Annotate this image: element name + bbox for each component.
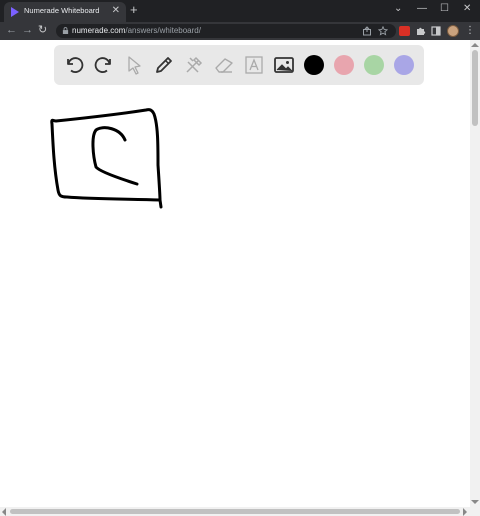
horizontal-scrollbar[interactable] (0, 507, 470, 516)
eraser-button[interactable] (212, 53, 236, 77)
tab-title: Numerade Whiteboard (24, 6, 100, 15)
scroll-down-arrow-icon[interactable] (471, 500, 479, 504)
vertical-scroll-thumb[interactable] (472, 50, 478, 126)
text-tool-button[interactable] (242, 53, 266, 77)
redo-button[interactable] (92, 53, 116, 77)
cursor-arrow-icon (128, 56, 141, 75)
drawn-tail-stroke (158, 198, 163, 209)
tools-button[interactable] (182, 53, 206, 77)
color-swatch-pink[interactable] (334, 55, 354, 75)
text-box-icon (245, 56, 263, 74)
reload-button[interactable]: ↻ (38, 23, 47, 37)
back-button[interactable]: ← (6, 23, 17, 37)
bookmark-star-icon[interactable] (378, 26, 388, 36)
tab-close-icon[interactable]: ✕ (112, 5, 120, 17)
scroll-right-arrow-icon[interactable] (463, 508, 467, 516)
url-host: numerade.com (72, 26, 126, 35)
browser-title-bar: Numerade Whiteboard ✕ + ⌄ — ☐ ✕ (0, 0, 480, 22)
eraser-icon (215, 58, 233, 73)
drawn-square-stroke (50, 108, 162, 202)
tab-search-chevron-icon[interactable]: ⌄ (394, 3, 402, 15)
sidebar-icon[interactable] (431, 26, 441, 36)
drawn-inner-stroke (91, 126, 139, 186)
pencil-icon (156, 57, 172, 73)
color-swatch-black[interactable] (304, 55, 324, 75)
scroll-left-arrow-icon[interactable] (2, 508, 6, 516)
whiteboard-canvas[interactable] (0, 40, 470, 507)
new-tab-button[interactable]: + (130, 3, 138, 17)
undo-button[interactable] (62, 53, 86, 77)
minimize-button[interactable]: — (417, 3, 427, 15)
pen-tool-button[interactable] (152, 53, 176, 77)
redo-icon (94, 57, 111, 73)
browser-toolbar: ← → ↻ numerade.com/answers/whiteboard/ ⋮ (0, 22, 480, 40)
puzzle-extensions-icon[interactable] (416, 26, 426, 36)
address-bar[interactable]: numerade.com/answers/whiteboard/ (56, 24, 396, 38)
lock-icon (62, 27, 69, 34)
color-swatch-purple[interactable] (394, 55, 414, 75)
abp-extension-icon[interactable] (399, 26, 410, 36)
forward-button[interactable]: → (22, 23, 33, 37)
window-close-button[interactable]: ✕ (463, 3, 471, 15)
wrench-hammer-icon (186, 56, 203, 73)
maximize-button[interactable]: ☐ (440, 3, 449, 15)
numerade-favicon-icon (11, 7, 19, 17)
scroll-up-arrow-icon[interactable] (471, 43, 479, 47)
horizontal-scroll-thumb[interactable] (10, 509, 460, 514)
select-tool-button[interactable] (122, 53, 146, 77)
browser-tab-numerade[interactable]: Numerade Whiteboard ✕ (4, 2, 126, 22)
url-path: /answers/whiteboard/ (125, 26, 201, 35)
image-icon (274, 57, 294, 73)
share-icon[interactable] (362, 26, 372, 36)
profile-avatar[interactable] (447, 25, 459, 37)
browser-menu-icon[interactable]: ⋮ (465, 24, 475, 38)
image-upload-button[interactable] (272, 53, 296, 77)
color-swatch-green[interactable] (364, 55, 384, 75)
vertical-scrollbar[interactable] (470, 40, 480, 516)
whiteboard-toolbar (54, 45, 424, 85)
undo-icon (67, 57, 84, 73)
